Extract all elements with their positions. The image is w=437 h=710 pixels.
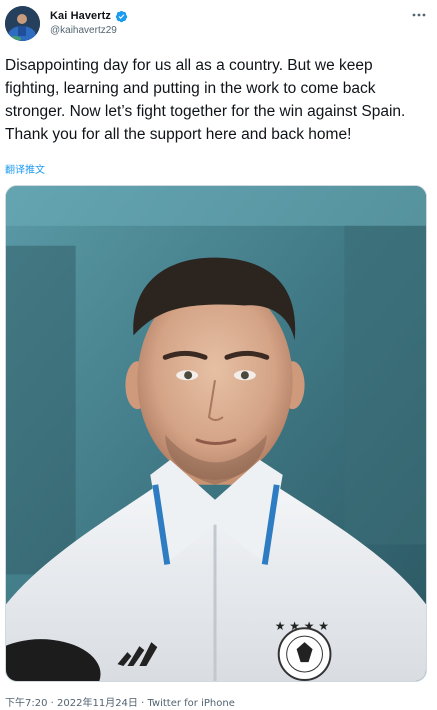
tweet-meta: 下午7:20 · 2022年11月24日 · Twitter for iPhon… [5, 694, 235, 709]
author-display-name[interactable]: Kai Havertz [50, 10, 111, 22]
author-handle[interactable]: @kaihavertz29 [50, 25, 117, 36]
tweet-text: Disappointing day for us all as a countr… [5, 57, 410, 143]
avatar[interactable] [5, 6, 40, 41]
tweet-media-photo[interactable]: ★ ★ ★ ★ [5, 185, 427, 682]
tweet-card: Kai Havertz @kaihavertz29 Disappointing … [0, 0, 437, 710]
translate-tweet-link[interactable]: 翻译推文 [5, 161, 45, 176]
verified-badge-icon [115, 10, 128, 23]
author-name-row[interactable]: Kai Havertz [50, 8, 128, 24]
tweet-source[interactable]: Twitter for iPhone [147, 698, 234, 709]
tweet-time[interactable]: 下午7:20 [5, 698, 47, 709]
tweet-date[interactable]: 2022年11月24日 [57, 698, 138, 709]
meta-separator: · [47, 698, 58, 709]
more-horizontal-icon[interactable] [409, 8, 429, 22]
